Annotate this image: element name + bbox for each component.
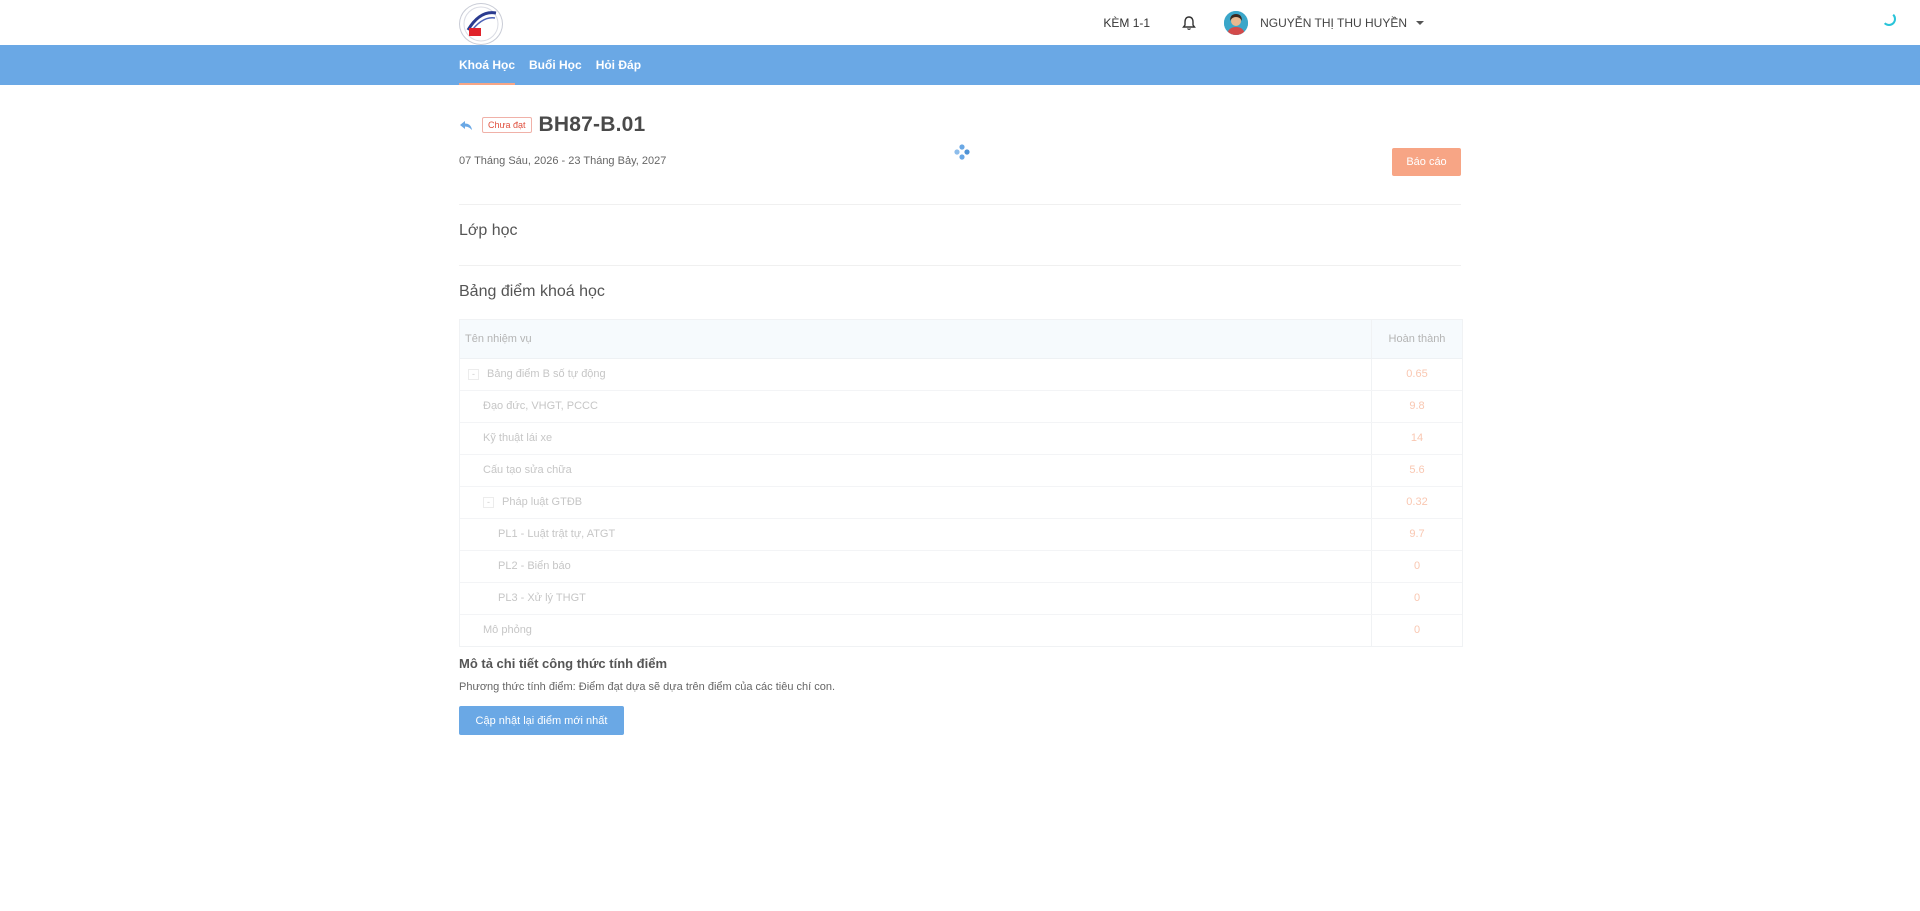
task-name-label: PL2 - Biển báo	[498, 560, 571, 572]
column-header-task-name[interactable]: Tên nhiệm vụ	[460, 320, 1372, 358]
kem-1-1-link[interactable]: KÈM 1-1	[1103, 16, 1150, 30]
formula-description: Phương thức tính điểm: Điểm đạt dựa sẽ d…	[459, 681, 836, 693]
task-name-cell: Đạo đức, VHGT, PCCC	[460, 391, 1372, 422]
formula-title: Mô tả chi tiết công thức tính điểm	[459, 656, 668, 671]
table-row: Cấu tạo sửa chữa 5.6	[460, 455, 1462, 487]
table-row: - Bảng điểm B số tự động 0.65	[460, 359, 1462, 391]
nav-item-hoi-dap[interactable]: Hỏi Đáp	[596, 45, 641, 85]
table-header: Tên nhiệm vụ Hoàn thành	[460, 320, 1462, 359]
logo[interactable]	[459, 3, 503, 45]
course-title-row: Chưa đạt BH87-B.01	[459, 113, 645, 137]
expander-minus-icon[interactable]: -	[468, 368, 479, 380]
completion-value: 5.6	[1409, 464, 1425, 476]
gradebook-table: Tên nhiệm vụ Hoàn thành - Bảng điểm B số …	[459, 319, 1463, 647]
table-row: PL3 - Xử lý THGT 0	[460, 583, 1462, 615]
user-name: NGUYỄN THỊ THU HUYỀN	[1260, 15, 1407, 30]
page-title: BH87-B.01	[538, 113, 646, 136]
table-row: PL1 - Luật trật tự, ATGT 9.7	[460, 519, 1462, 551]
completion-value: 0.32	[1406, 496, 1428, 508]
top-header: KÈM 1-1 NGUYỄN THỊ THU HUYỀN	[0, 0, 1920, 45]
status-badge: Chưa đạt	[482, 117, 532, 133]
completion-value: 0.65	[1406, 368, 1428, 380]
divider	[459, 265, 1461, 266]
task-name-cell: Mô phỏng	[460, 615, 1372, 646]
completion-value: 0	[1413, 592, 1421, 604]
task-name-cell: PL2 - Biển báo	[460, 551, 1372, 582]
column-header-completion[interactable]: Hoàn thành	[1372, 320, 1462, 358]
task-name-cell: Cấu tạo sửa chữa	[460, 455, 1372, 486]
user-menu[interactable]: NGUYỄN THỊ THU HUYỀN	[1224, 10, 1424, 35]
task-name-label: Bảng điểm B số tự động	[487, 368, 606, 380]
back-arrow-icon[interactable]	[459, 118, 473, 132]
table-row: Đạo đức, VHGT, PCCC 9.8	[460, 391, 1462, 423]
completion-value: 0	[1413, 560, 1421, 572]
task-name-label: PL3 - Xử lý THGT	[498, 592, 586, 604]
table-row: PL2 - Biển báo 0	[460, 551, 1462, 583]
table-row: Mô phỏng 0	[460, 615, 1462, 646]
task-name-cell: - Bảng điểm B số tự động	[460, 359, 1372, 390]
completion-value: 14	[1410, 432, 1424, 444]
task-name-cell: Kỹ thuật lái xe	[460, 423, 1372, 454]
table-row: Kỹ thuật lái xe 14	[460, 423, 1462, 455]
completion-value: 9.7	[1409, 528, 1425, 540]
bell-icon[interactable]	[1180, 14, 1198, 32]
completion-value: 9.8	[1409, 400, 1425, 412]
task-name-label: Đạo đức, VHGT, PCCC	[483, 400, 598, 412]
completion-value: 0	[1413, 624, 1421, 636]
loading-spinner-icon	[953, 143, 971, 161]
task-name-label: Pháp luật GTĐB	[502, 496, 583, 508]
table-row: - Pháp luật GTĐB 0.32	[460, 487, 1462, 519]
table-body: - Bảng điểm B số tự động 0.65 Đạo đức, VHGT…	[460, 359, 1462, 646]
task-name-cell: - Pháp luật GTĐB	[460, 487, 1372, 518]
update-scores-button[interactable]: Cập nhật lại điểm mới nhất	[459, 706, 624, 735]
nav-item-buoi-hoc[interactable]: Buổi Học	[529, 45, 582, 85]
avatar	[1224, 10, 1249, 35]
task-name-label: PL1 - Luật trật tự, ATGT	[498, 528, 616, 540]
expander-minus-icon[interactable]: -	[483, 496, 494, 508]
report-button[interactable]: Báo cáo	[1392, 148, 1461, 176]
header-actions: KÈM 1-1 NGUYỄN THỊ THU HUYỀN	[1103, 0, 1424, 45]
course-date-range: 07 Tháng Sáu, 2026 - 23 Tháng Bảy, 2027	[459, 155, 667, 167]
loading-spinner-icon	[1882, 12, 1896, 26]
chevron-down-icon[interactable]	[1416, 20, 1424, 25]
main-nav: Khoá Học Buổi Học Hỏi Đáp	[0, 45, 1920, 85]
task-name-cell: PL3 - Xử lý THGT	[460, 583, 1372, 614]
task-name-label: Cấu tạo sửa chữa	[483, 464, 572, 476]
gradebook-section-title: Bảng điểm khoá học	[459, 283, 605, 300]
class-section-title: Lớp học	[459, 222, 518, 239]
nav-item-khoa-hoc[interactable]: Khoá Học	[459, 45, 516, 85]
task-name-label: Kỹ thuật lái xe	[483, 432, 553, 444]
task-name-cell: PL1 - Luật trật tự, ATGT	[460, 519, 1372, 550]
task-name-label: Mô phỏng	[483, 624, 532, 636]
divider	[459, 204, 1461, 205]
